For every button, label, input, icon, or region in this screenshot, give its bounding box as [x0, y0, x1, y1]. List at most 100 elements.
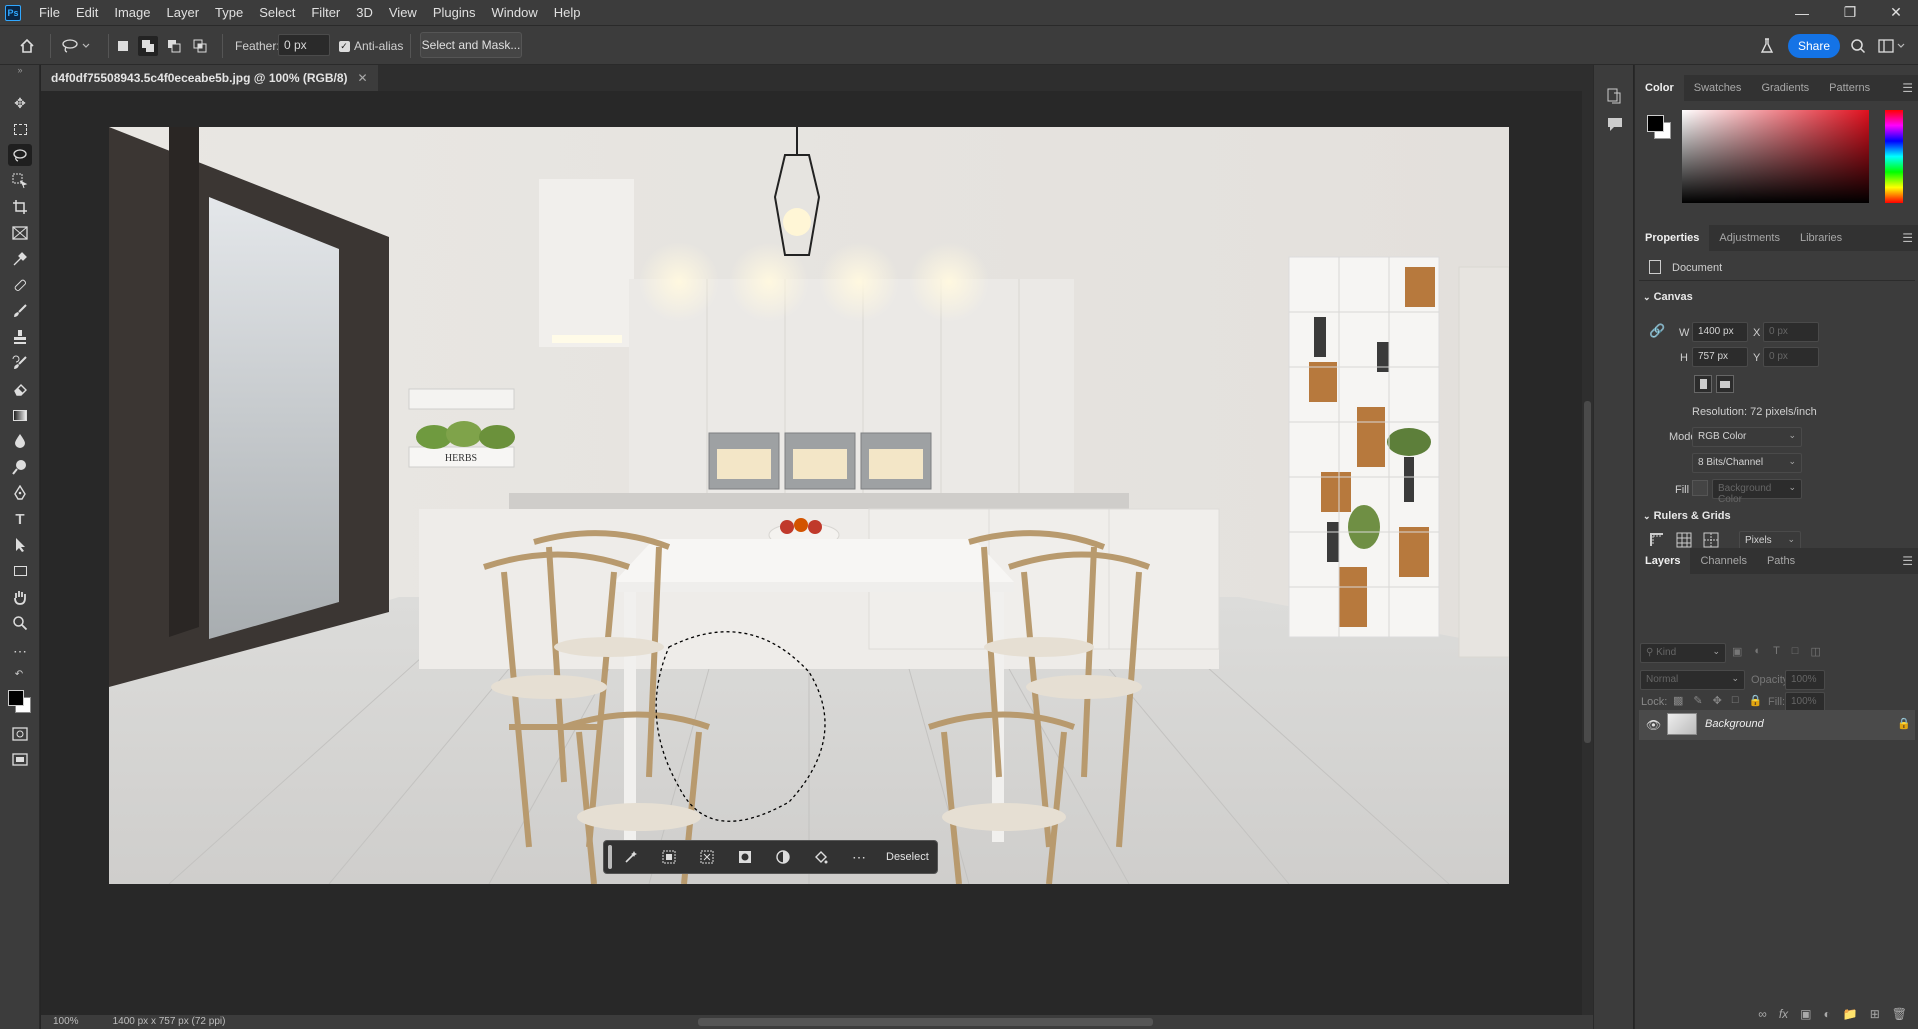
lasso-tool-icon[interactable] [8, 144, 32, 166]
document-info[interactable]: 1400 px x 757 px (72 ppi) [113, 1015, 226, 1029]
collapse-toolbar-icon[interactable]: » [8, 65, 32, 75]
tab-color[interactable]: Color [1635, 75, 1684, 101]
delete-layer-icon[interactable]: 🗑 [1892, 1007, 1907, 1027]
menu-3d[interactable]: 3D [348, 0, 381, 25]
modify-selection-icon[interactable] [650, 840, 688, 874]
share-button[interactable]: Share [1788, 34, 1840, 58]
close-tab-icon[interactable]: ✕ [358, 65, 368, 91]
gradient-tool-icon[interactable] [8, 404, 32, 426]
menu-type[interactable]: Type [207, 0, 251, 25]
grid-icon[interactable] [1676, 532, 1692, 548]
rulers-grids-header[interactable]: ⌄ Rulers & Grids [1643, 510, 1731, 522]
layer-name[interactable]: Background [1705, 718, 1764, 730]
type-tool-icon[interactable]: T [8, 508, 32, 530]
experiment-flask-icon[interactable] [1757, 36, 1777, 56]
menu-file[interactable]: File [31, 0, 68, 25]
zoom-level[interactable]: 100% [53, 1015, 79, 1029]
width-input[interactable]: 1400 px [1692, 322, 1748, 342]
screen-mode-icon[interactable] [8, 749, 32, 771]
layer-lock-icon[interactable]: 🔒 [1897, 717, 1911, 730]
new-group-icon[interactable]: 📁 [1843, 1007, 1858, 1027]
color-swatches[interactable] [5, 685, 35, 715]
guides-icon[interactable] [1703, 532, 1719, 548]
zoom-tool-icon[interactable] [8, 612, 32, 634]
fill-select[interactable]: Background Color ⌄ [1712, 479, 1802, 505]
new-layer-icon[interactable]: ⊞ [1870, 1007, 1880, 1027]
healing-brush-tool-icon[interactable] [8, 274, 32, 296]
close-window-button[interactable]: ✕ [1876, 0, 1916, 25]
lasso-preset-icon[interactable] [58, 36, 94, 56]
rulers-icon[interactable] [1649, 532, 1665, 548]
tab-libraries[interactable]: Libraries [1790, 225, 1852, 251]
tab-properties[interactable]: Properties [1635, 225, 1710, 251]
invert-selection-icon[interactable] [688, 840, 726, 874]
frame-tool-icon[interactable] [8, 222, 32, 244]
y-input[interactable]: 0 px [1763, 347, 1819, 367]
color-field[interactable] [1682, 110, 1869, 203]
tab-layers[interactable]: Layers [1635, 548, 1691, 574]
generative-fill-icon[interactable] [612, 840, 650, 874]
layer-row[interactable]: 👁 Background 🔒 [1639, 710, 1915, 740]
eyedropper-tool-icon[interactable] [8, 248, 32, 270]
link-dimensions-icon[interactable]: 🔗 [1649, 323, 1665, 339]
layer-filter-icons[interactable]: ▣ ◐ T □ ◫ [1732, 645, 1882, 661]
more-options-icon[interactable]: ⋯ [840, 840, 878, 874]
properties-panel-menu-icon[interactable]: ☰ [1902, 231, 1913, 245]
menu-window[interactable]: Window [483, 0, 545, 25]
menu-view[interactable]: View [381, 0, 425, 25]
search-icon[interactable] [1848, 36, 1868, 56]
history-panel-icon[interactable] [1606, 87, 1624, 105]
marquee-tool-icon[interactable] [8, 118, 32, 140]
menu-image[interactable]: Image [106, 0, 158, 25]
eye-icon[interactable]: 👁 [1646, 718, 1661, 732]
swap-colors-icon[interactable]: ↶ [6, 667, 32, 681]
restore-button[interactable]: ❐ [1830, 0, 1870, 25]
fill-color-swatch[interactable] [1692, 480, 1708, 496]
move-tool-icon[interactable]: ✥ [8, 92, 32, 114]
bit-depth-select[interactable]: 8 Bits/Channel ⌄ [1692, 453, 1802, 473]
lock-icons[interactable]: ▩ ✎ ✥ □ 🔒 [1673, 694, 1762, 707]
tab-swatches[interactable]: Swatches [1684, 75, 1752, 101]
home-icon[interactable] [17, 36, 37, 56]
dodge-tool-icon[interactable] [8, 456, 32, 478]
quick-mask-icon[interactable] [8, 723, 32, 745]
minimize-button[interactable]: — [1782, 0, 1822, 25]
fx-icon[interactable]: fx [1779, 1007, 1788, 1027]
opacity-input[interactable]: 100% [1785, 670, 1825, 690]
deselect-button[interactable]: Deselect [878, 851, 937, 863]
tab-gradients[interactable]: Gradients [1751, 75, 1819, 101]
add-mask-icon[interactable]: ▣ [1800, 1007, 1811, 1027]
menu-edit[interactable]: Edit [68, 0, 106, 25]
layer-filter-kind[interactable]: ⚲ Kind ⌄ [1640, 643, 1726, 663]
rectangle-tool-icon[interactable] [8, 560, 32, 582]
pen-tool-icon[interactable] [8, 482, 32, 504]
intersect-selection-icon[interactable] [190, 36, 210, 56]
vertical-scrollbar[interactable] [1582, 91, 1593, 1015]
link-layers-icon[interactable]: ∞ [1758, 1007, 1767, 1027]
workspace-switcher-icon[interactable] [1876, 36, 1908, 56]
landscape-orientation-icon[interactable] [1716, 375, 1734, 393]
object-selection-tool-icon[interactable] [8, 170, 32, 192]
eraser-tool-icon[interactable] [8, 378, 32, 400]
fg-bg-color-swatch[interactable] [1645, 113, 1673, 141]
menu-help[interactable]: Help [546, 0, 589, 25]
adjustment-layer-icon[interactable] [764, 840, 802, 874]
menu-layer[interactable]: Layer [159, 0, 208, 25]
menu-filter[interactable]: Filter [303, 0, 348, 25]
color-panel-menu-icon[interactable]: ☰ [1902, 81, 1913, 95]
comments-panel-icon[interactable] [1606, 115, 1624, 133]
fill-opacity-input[interactable]: 100% [1785, 692, 1825, 712]
path-selection-tool-icon[interactable] [8, 534, 32, 556]
brush-tool-icon[interactable] [8, 300, 32, 322]
new-adjustment-icon[interactable]: ◐ [1824, 1007, 1831, 1027]
history-brush-tool-icon[interactable] [8, 352, 32, 374]
tab-channels[interactable]: Channels [1690, 548, 1756, 574]
hue-slider[interactable] [1885, 110, 1903, 203]
subtract-from-selection-icon[interactable] [164, 36, 184, 56]
feather-input[interactable]: 0 px [278, 34, 330, 56]
document-image[interactable]: HERBS [109, 127, 1509, 884]
add-to-selection-icon[interactable] [138, 36, 158, 56]
tab-patterns[interactable]: Patterns [1819, 75, 1880, 101]
tab-adjustments[interactable]: Adjustments [1709, 225, 1790, 251]
blend-mode-select[interactable]: Normal ⌄ [1640, 670, 1745, 690]
